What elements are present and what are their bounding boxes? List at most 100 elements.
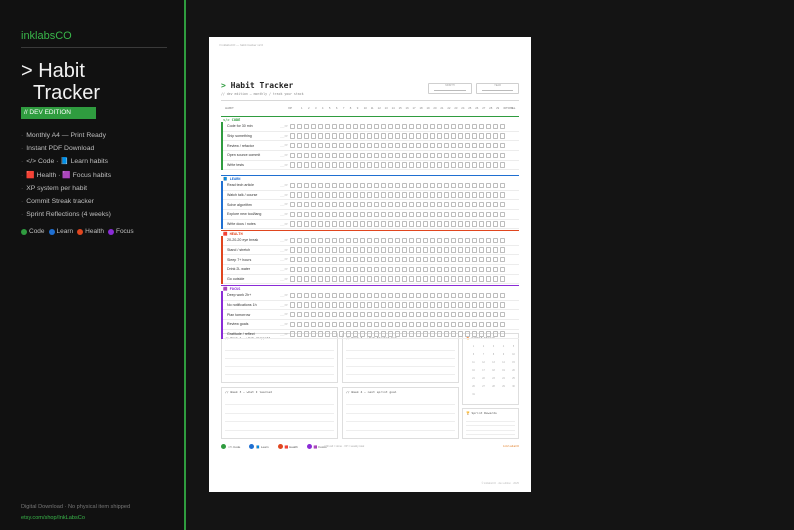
streak-day: 25 [512,378,515,380]
day-checkbox [401,266,408,273]
streak-day: 6 [472,354,475,356]
day-checkbox [303,237,310,244]
day-checkbox [366,152,373,159]
day-checkbox [352,152,359,159]
day-checkbox [296,123,303,130]
day-checkbox [373,312,380,318]
day-checkbox [415,143,422,149]
day-checkbox [359,133,366,139]
legend-item: Code [21,228,45,235]
day-checkbox [380,202,387,208]
day-checkbox [457,133,464,139]
day-checkbox [443,211,450,218]
day-checkbox [296,152,303,159]
day-checkbox [373,162,380,168]
day-checkbox [394,247,401,253]
day-checkbox [359,321,366,328]
day-checkbox [436,257,443,263]
habit-row: Gratitude / reflect ___XP [223,330,519,340]
habit-name: Solve algorithm [227,202,252,207]
day-checkbox [373,182,380,189]
day-checkbox [387,182,394,189]
bullet-icon: · [21,171,24,179]
day-checkbox [303,221,310,227]
day-checkbox [457,247,464,253]
day-checkbox [290,257,296,263]
day-checkbox [429,182,436,189]
day-checkbox [443,237,450,244]
shop-link[interactable]: etsy.com/shop/InkLabsCo [21,515,85,521]
day-checkbox [380,331,387,337]
writing-line [346,429,455,431]
day-checkbox [387,162,394,168]
day-checkbox [436,247,443,253]
xp-field: ___XP [280,267,288,271]
day-checkbox [317,182,324,189]
feature-text: XP system per habit [26,184,87,192]
legend-label: Health [85,228,104,235]
month-label: MONTH [445,84,455,87]
day-checkbox [464,152,470,159]
brand-name: inklabsCO [21,30,72,42]
habit-name: Watch talk / course [227,193,258,198]
habit-name: No notifications 1h [227,303,257,308]
streak-day: 29 [502,386,505,388]
prompt-arrow: > [221,81,226,90]
day-checkbox [450,321,457,328]
day-checkbox [443,202,450,208]
day-checkbox [345,302,352,308]
day-checkbox [408,257,415,263]
day-checkbox [324,237,331,244]
day-checkbox [471,211,477,218]
day-checkbox [492,162,498,168]
legend-label: Learn [56,228,74,235]
day-checkbox [471,162,477,168]
day-checkbox [338,292,345,299]
writing-line [346,350,455,351]
day-checkbox [464,221,470,227]
bullet-icon: · [21,132,24,139]
day-checkbox [394,331,401,337]
day-checkbox [408,182,415,189]
day-checkbox [401,302,408,308]
day-checkbox [331,276,338,282]
day-checkbox [422,302,429,308]
day-checkbox [492,302,498,308]
day-checkbox [401,247,408,253]
day-checkbox [443,321,450,328]
reflection-week-3: // Week 3 — what I learned [221,387,338,439]
day-checkbox [331,202,338,208]
legend-item: Focus [107,228,134,235]
day-checkbox [485,152,491,159]
day-checkbox [485,257,491,263]
xp-field: ___XP [280,163,288,167]
streak-day: 30 [512,386,515,388]
day-checkbox [366,247,373,253]
day-checkbox [499,292,505,299]
day-checkbox [443,312,450,318]
day-checkbox [429,266,436,273]
streak-day: 10 [512,354,515,356]
day-checkbox [408,312,415,318]
day-checkbox [296,331,303,337]
day-checkbox [345,192,352,198]
day-checkbox [373,143,380,149]
day-checkbox [415,237,422,244]
day-checkbox [499,202,505,208]
day-checkbox [485,321,491,328]
day-checkbox [366,182,373,189]
day-checkbox [450,123,457,130]
day-checkbox [499,257,505,263]
day-checkbox [485,143,491,149]
day-checkbox [408,152,415,159]
habit-name: Plan tomorrow [227,312,251,317]
day-checkbox [296,302,303,308]
day-checkbox [331,257,338,263]
day-checkbox [422,143,429,149]
color-dot-icon [221,444,226,449]
day-checkbox [310,266,317,273]
writing-line [466,429,515,431]
day-number: 7 [342,106,345,110]
day-checkbox [352,276,359,282]
day-checkbox [290,143,296,149]
